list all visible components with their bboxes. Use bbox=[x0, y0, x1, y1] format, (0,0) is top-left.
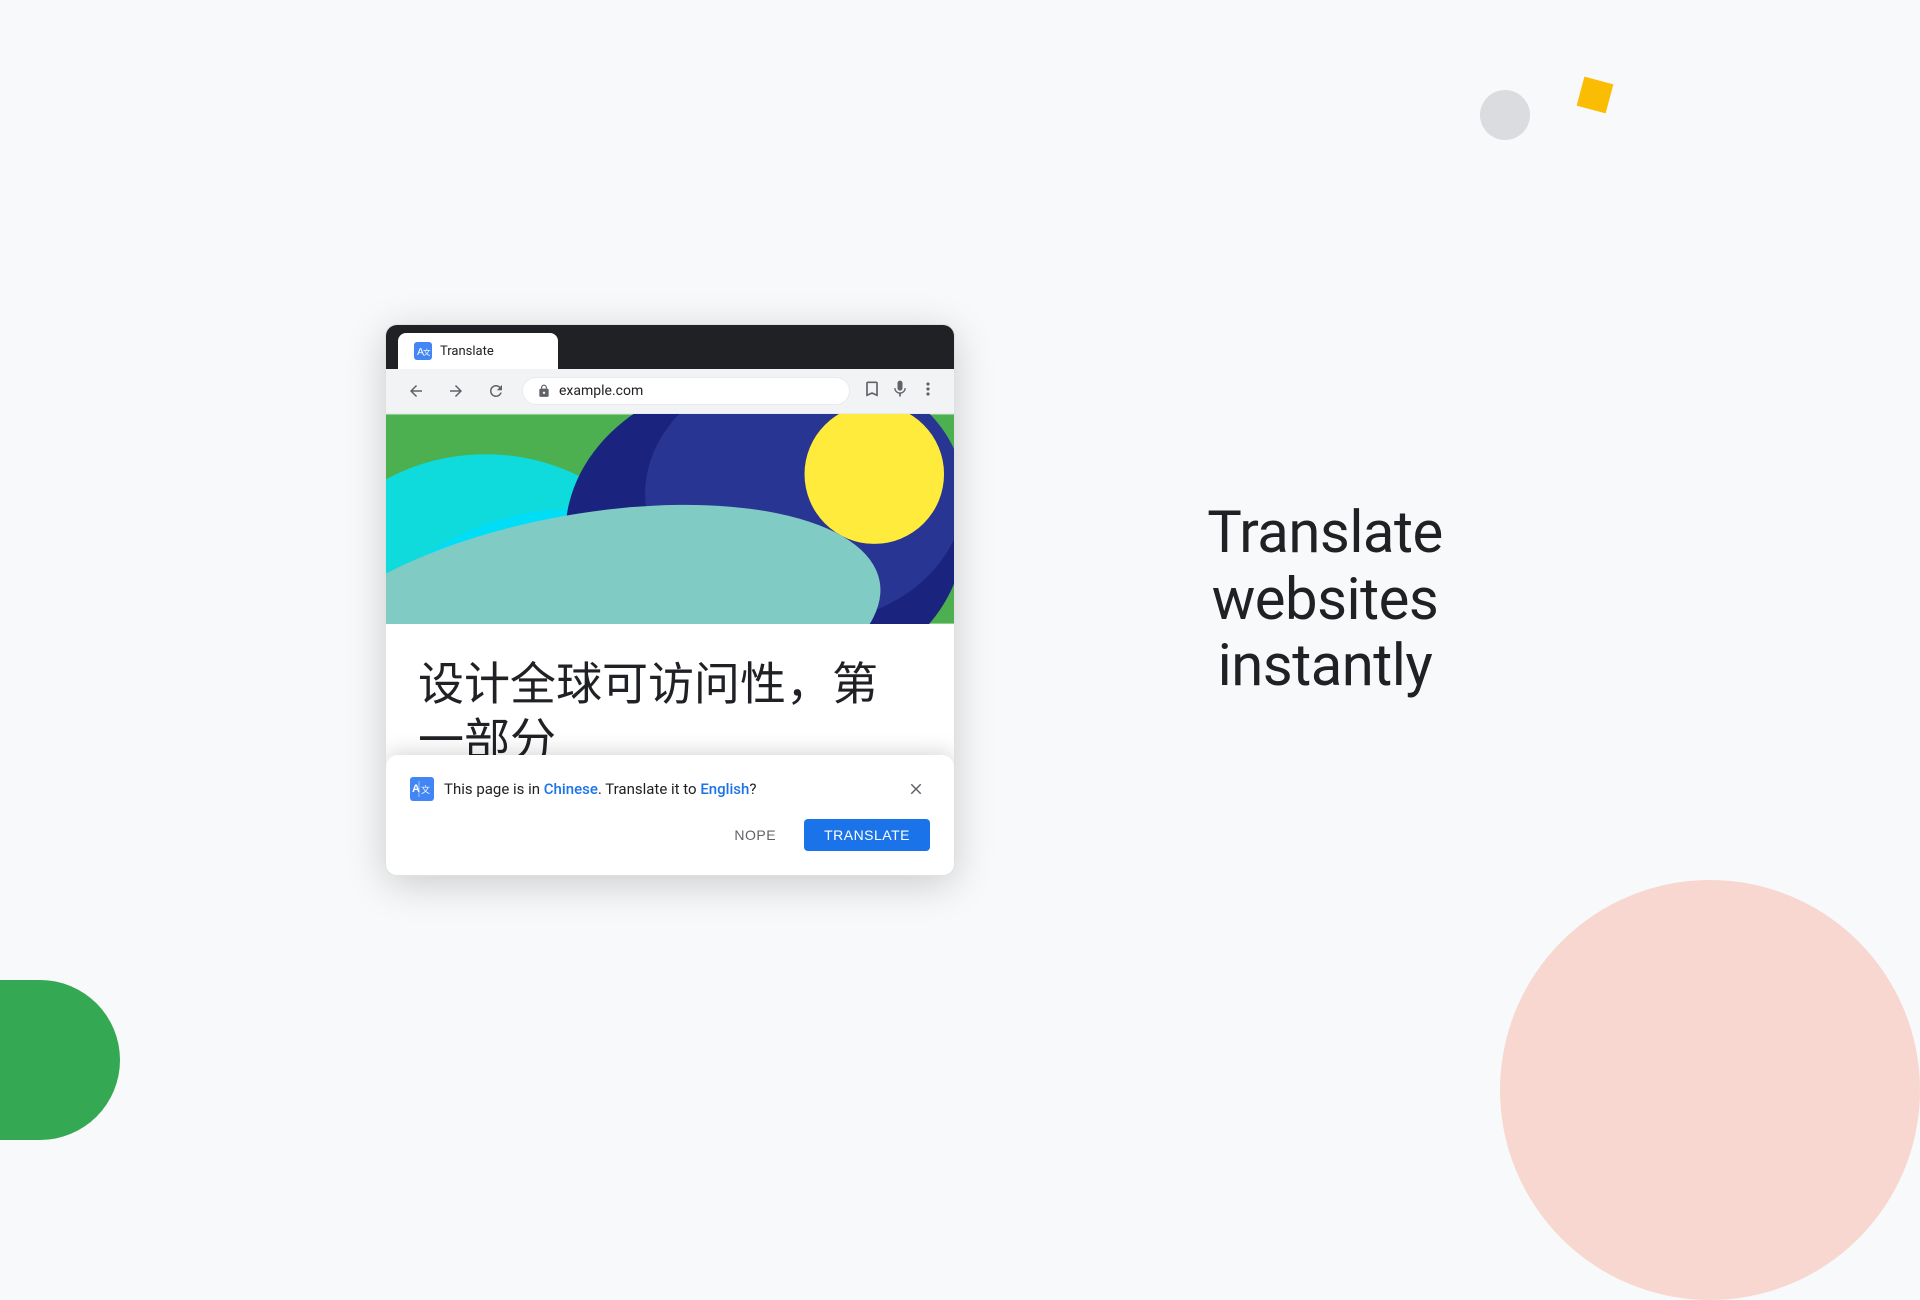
url-text: example.com bbox=[559, 383, 835, 399]
deco-pink-circle bbox=[1500, 880, 1920, 1300]
target-language: English bbox=[700, 780, 749, 798]
banner-top: A 文 This page is in Chinese. Translate i… bbox=[410, 775, 930, 803]
deco-gray-circle bbox=[1480, 90, 1530, 140]
headline-line1: Translate websites bbox=[1207, 499, 1442, 634]
mic-button[interactable] bbox=[890, 379, 910, 403]
banner-text: This page is in Chinese. Translate it to… bbox=[444, 780, 756, 798]
translate-banner: A 文 This page is in Chinese. Translate i… bbox=[386, 755, 954, 875]
browser-addressbar: example.com bbox=[386, 369, 954, 414]
back-button[interactable] bbox=[402, 377, 430, 405]
headline: Translate websites instantly bbox=[1115, 500, 1535, 700]
browser-tab[interactable]: A 文 Translate bbox=[398, 333, 558, 369]
nope-button[interactable]: NOPE bbox=[714, 819, 796, 851]
address-bar[interactable]: example.com bbox=[522, 377, 850, 405]
banner-actions: NOPE TRANSLATE bbox=[410, 819, 930, 851]
detected-language: Chinese bbox=[544, 780, 598, 798]
translate-logo-icon: A 文 bbox=[410, 777, 434, 801]
tab-container: A 文 Translate bbox=[398, 325, 558, 369]
refresh-button[interactable] bbox=[482, 377, 510, 405]
headline-line2: instantly bbox=[1218, 632, 1433, 700]
bookmark-button[interactable] bbox=[862, 379, 882, 403]
hero-image bbox=[386, 414, 954, 624]
close-banner-button[interactable] bbox=[902, 775, 930, 803]
lock-icon bbox=[537, 384, 551, 398]
svg-text:文: 文 bbox=[423, 347, 431, 357]
banner-message: A 文 This page is in Chinese. Translate i… bbox=[410, 777, 756, 801]
phone-mockup: A 文 Translate bbox=[385, 324, 955, 875]
forward-button[interactable] bbox=[442, 377, 470, 405]
svg-text:文: 文 bbox=[421, 784, 430, 795]
translate-button[interactable]: TRANSLATE bbox=[804, 819, 930, 851]
more-menu-button[interactable] bbox=[918, 379, 938, 403]
page-main-title: 设计全球可访问性，第一部分 bbox=[418, 654, 922, 764]
tab-title: Translate bbox=[440, 344, 494, 359]
browser-topbar: A 文 Translate bbox=[386, 325, 954, 369]
right-text: Translate websites instantly bbox=[1115, 500, 1535, 700]
browser-window: A 文 Translate bbox=[385, 324, 955, 875]
tab-favicon-icon: A 文 bbox=[414, 342, 432, 360]
page-content: 设计全球可访问性，第一部分 意识就是一切 在我们的三部分系列中，Google 的… bbox=[386, 414, 954, 874]
address-actions bbox=[862, 379, 938, 403]
